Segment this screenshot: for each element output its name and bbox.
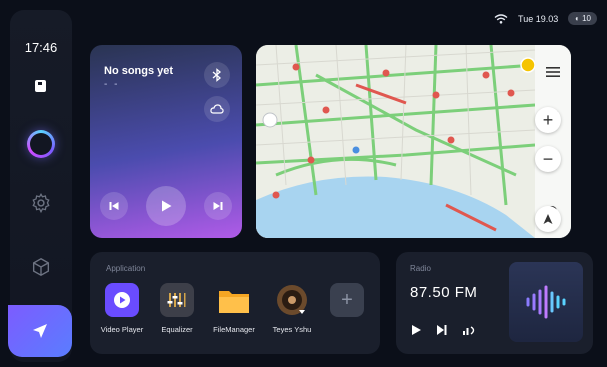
status-bar: Tue 19.03 ◖ 10	[494, 12, 597, 25]
compass-icon	[543, 214, 553, 224]
radio-visualizer	[509, 262, 583, 342]
compass-button[interactable]	[535, 206, 561, 232]
radio-controls	[410, 324, 478, 336]
cube-apps-icon[interactable]	[30, 256, 52, 278]
music-player-card[interactable]: No songs yet - -	[90, 45, 242, 238]
menu-icon	[546, 67, 560, 77]
previous-icon	[109, 202, 119, 210]
play-icon	[162, 200, 172, 212]
app-equalizer[interactable]: Equalizer	[145, 283, 209, 334]
wifi-icon	[494, 13, 508, 24]
folder-icon	[217, 283, 251, 317]
song-artist: - -	[104, 79, 120, 90]
status-datetime: Tue 19.03	[518, 13, 559, 24]
user-avatar-marker[interactable]	[520, 57, 536, 73]
radio-title: Radio	[410, 264, 431, 273]
sidebar-clock: 17:46	[24, 40, 58, 55]
zoom-in-button[interactable]: +	[535, 107, 561, 133]
voice-assistant-icon[interactable]	[27, 130, 55, 158]
song-title: No songs yet	[104, 65, 174, 77]
bluetooth-button[interactable]	[204, 62, 230, 88]
add-app-button[interactable]: +	[330, 283, 364, 317]
navigation-button[interactable]	[8, 305, 72, 357]
radio-signal-icon[interactable]	[462, 324, 478, 336]
play-button[interactable]	[146, 186, 186, 226]
app-label: Equalizer	[161, 325, 193, 334]
radio-next-icon[interactable]	[436, 324, 448, 336]
radio-frequency: 87.50 FM	[410, 284, 478, 301]
next-track-button[interactable]	[204, 192, 232, 220]
bluetooth-icon	[212, 68, 222, 82]
app-file-manager[interactable]: FileManager	[202, 283, 266, 334]
volume-indicator[interactable]: ◖ 10	[568, 12, 597, 25]
menu-button[interactable]	[541, 60, 565, 84]
applications-title: Application	[106, 264, 146, 273]
speaker-icon	[275, 283, 309, 317]
map-view[interactable]	[256, 45, 536, 238]
cloud-icon	[210, 104, 224, 114]
app-teyes-yshu[interactable]: Teyes Yshu	[260, 283, 324, 334]
previous-track-button[interactable]	[100, 192, 128, 220]
equalizer-icon	[160, 283, 194, 317]
map-card[interactable]: P + −	[256, 45, 571, 238]
applications-card: Application Video Player Equalizer FileM…	[90, 252, 380, 354]
radio-play-icon[interactable]	[410, 324, 422, 336]
settings-gear-icon[interactable]	[30, 192, 52, 214]
app-label: FileManager	[213, 325, 255, 334]
sound-wave-icon	[526, 285, 566, 319]
sd-card-icon[interactable]	[35, 80, 46, 92]
next-icon	[213, 202, 223, 210]
video-player-icon	[105, 283, 139, 317]
map-settings-icon[interactable]	[262, 112, 278, 128]
navigation-arrow-icon	[33, 324, 47, 338]
app-label: Teyes Yshu	[272, 325, 312, 334]
speaker-icon: ◖	[574, 14, 580, 23]
zoom-out-button[interactable]: −	[535, 146, 561, 172]
radio-card[interactable]: Radio 87.50 FM	[396, 252, 593, 354]
cloud-music-button[interactable]	[204, 96, 230, 122]
